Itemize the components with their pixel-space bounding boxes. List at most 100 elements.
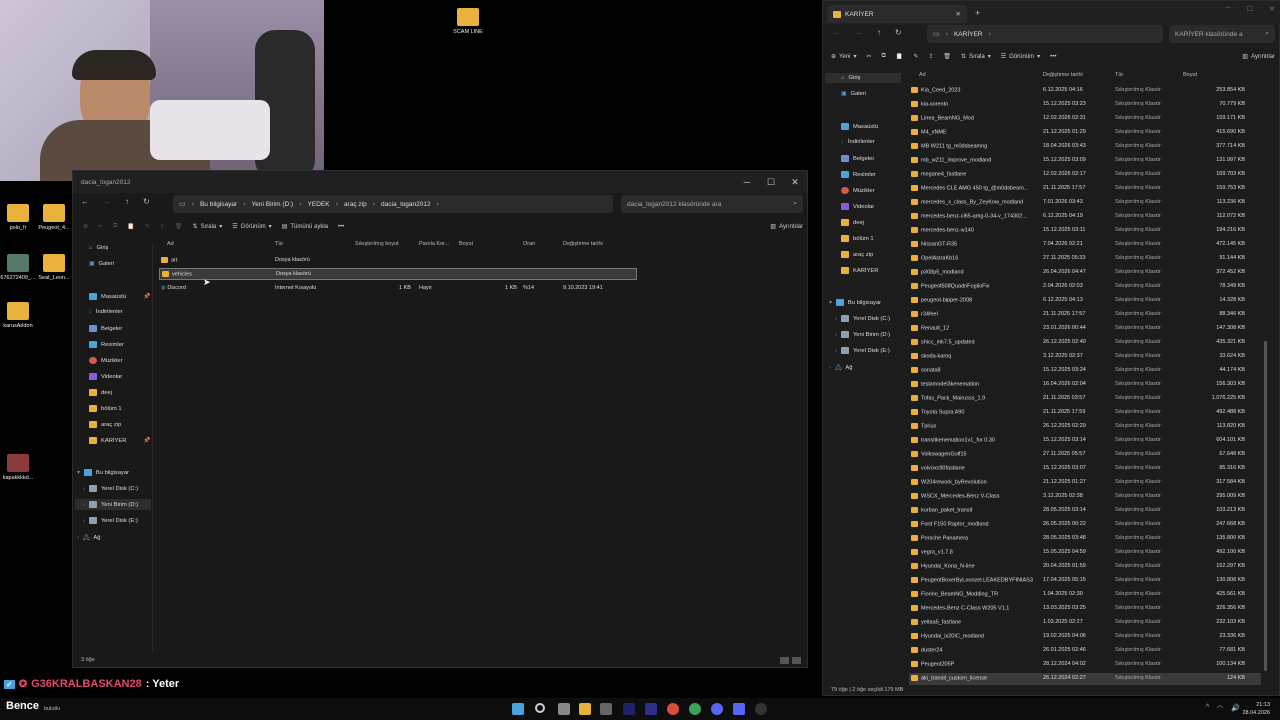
close-button[interactable]: ✕: [783, 171, 807, 193]
file-row[interactable]: Kia_Ceed_2023 6.12.2025 04:16 Sıkıştırılmı…: [909, 85, 1261, 97]
nav-documents[interactable]: Belgeler: [89, 325, 122, 332]
nav-drive-c[interactable]: › Yerel Disk (C:): [83, 485, 138, 492]
cut-icon[interactable]: ✂: [98, 223, 103, 230]
nav-arac-zip[interactable]: araç zip: [89, 421, 121, 428]
file-row[interactable]: kia-sorento 15.12.2025 03:23 Sıkıştırılmış…: [909, 99, 1261, 111]
details-button[interactable]: ▥ Ayrıntılar: [770, 223, 803, 231]
copy-icon[interactable]: ⧉: [882, 53, 886, 60]
file-row[interactable]: duster24 26.01.2025 02:46 Sıkıştırılmış Kl…: [909, 645, 1261, 657]
file-row[interactable]: megane4_fastlane 12.02.2026 02:17 Sıkıştır…: [909, 169, 1261, 181]
breadcrumb-item[interactable]: dacia_logan2012: [381, 201, 431, 208]
nav-desktop[interactable]: Masaüstü: [841, 123, 878, 130]
file-row[interactable]: OpelAstraKb16 27.11.2025 05:33 Sıkıştırılm…: [909, 253, 1261, 265]
nav-home[interactable]: ⌂ Giriş: [825, 73, 901, 83]
file-row[interactable]: mercedes-benz-cl65-amg-0-34-v_174302... 6…: [909, 211, 1261, 223]
sort-button[interactable]: ⇅ Sırala ▾: [193, 223, 223, 231]
column-header-password[interactable]: Parola Kor...: [419, 241, 449, 247]
nav-deej[interactable]: deej: [89, 389, 112, 396]
nav-arac-zip[interactable]: araç zip: [841, 251, 873, 258]
column-header-size[interactable]: Boyut: [1183, 72, 1197, 78]
task-view-icon[interactable]: [558, 703, 570, 715]
file-row[interactable]: art Dosya klasörü: [159, 255, 637, 267]
file-row[interactable]: WSCX_Mercedes-Benz V-Class 3.12.2025 02:3…: [909, 491, 1261, 503]
breadcrumb-item[interactable]: araç zip: [344, 201, 367, 208]
file-row[interactable]: NissanGT-R35 7.04.2026 02:21 Sıkıştırılmış…: [909, 239, 1261, 251]
nav-videos[interactable]: Videolar: [89, 373, 122, 380]
column-header-date[interactable]: Değiştirme tarihi: [563, 241, 603, 247]
volume-icon[interactable]: 🔊: [1231, 704, 1240, 712]
desktop-icon-seat[interactable]: Seat_Leon...: [34, 254, 74, 281]
file-row[interactable]: Hyundai_Kona_N-line 20.04.2025 01:59 Sıkış…: [909, 561, 1261, 573]
column-header-name[interactable]: Ad: [919, 72, 926, 78]
copy-icon[interactable]: ⧉: [113, 223, 117, 230]
file-row[interactable]: Fiorino_BeamNG_Modding_TR 1.04.2025 02:30…: [909, 589, 1261, 601]
nav-gallery[interactable]: ▣ Galeri: [841, 91, 866, 97]
search-icon[interactable]: [535, 703, 545, 713]
breadcrumb-item[interactable]: KARİYER: [954, 31, 983, 38]
details-view-icon[interactable]: [780, 657, 789, 664]
file-row[interactable]: W204rework_byRevolution 21.12.2025 01:27 S…: [909, 477, 1261, 489]
forward-arrow-icon[interactable]: →: [855, 28, 863, 37]
file-row[interactable]: shicc_mk7.5_updated 26.12.2025 02:40 Sıkış…: [909, 337, 1261, 349]
chevron-up-icon[interactable]: ^: [1206, 704, 1209, 712]
file-row[interactable]: Peugeot205P 28.12.2024 04:02 Sıkıştırılmış…: [909, 659, 1261, 671]
file-row[interactable]: p308p5_modland 26.04.2026 04:47 Sıkıştırıl…: [909, 267, 1261, 279]
wifi-icon[interactable]: ◠: [1217, 704, 1223, 712]
file-row[interactable]: mercedes_x_class_By_ZeyKow_modland 7.01.2…: [909, 197, 1261, 209]
column-header-date[interactable]: Değiştirme tarihi: [1043, 72, 1083, 78]
details-button[interactable]: ▥ Ayrıntılar: [1242, 53, 1275, 61]
address-bar[interactable]: ▭ › KARİYER ›: [927, 25, 1163, 43]
nav-this-pc[interactable]: ▾ Bu bilgisayar: [829, 299, 881, 306]
desktop-icon-peugeot[interactable]: Peugeot_4...: [34, 204, 74, 231]
file-row[interactable]: M4_xNME 21.12.2025 01:29 Sıkıştırılmış Kla…: [909, 127, 1261, 139]
minimize-button[interactable]: ─: [735, 171, 759, 193]
back-arrow-icon[interactable]: ←: [81, 197, 89, 206]
file-row[interactable]: VolkswagenGolf15 27.11.2025 05:57 Sıkıştır…: [909, 449, 1261, 461]
file-row-selected[interactable]: aki_transit_custom_license 26.12.2024 02:…: [909, 673, 1261, 685]
nav-network[interactable]: › 🖧 Ağ: [829, 363, 853, 373]
refresh-icon[interactable]: ↻: [895, 28, 902, 37]
file-row[interactable]: Toyota Supra A90 21.11.2025 17:59 Sıkıştır…: [909, 407, 1261, 419]
close-button[interactable]: ✕: [1269, 5, 1275, 13]
desktop-icon-kapak[interactable]: kapakkkkd...: [0, 454, 38, 481]
paste-icon[interactable]: 📋: [127, 223, 134, 230]
file-explorer-icon[interactable]: [579, 703, 591, 715]
delete-icon[interactable]: 🗑: [175, 223, 183, 230]
view-button[interactable]: ☰ Görünüm ▾: [232, 223, 271, 231]
file-row[interactable]: Mercedes-Benz C-Class W205 V1.1 13.03.202…: [909, 603, 1261, 615]
desktop-icon-karus[interactable]: karusAddon: [0, 302, 38, 329]
desktop-icon-polo[interactable]: polo_fr: [0, 204, 38, 231]
nav-this-pc[interactable]: ▾ Bu bilgisayar: [77, 469, 129, 476]
file-row[interactable]: Porsche Panamera 28.05.2025 03:48 Sıkıştır…: [909, 533, 1261, 545]
sort-button[interactable]: ⇅ Sırala ▾: [961, 53, 991, 61]
file-row[interactable]: volvoxc90fastlane 15.12.2025 03:07 Sıkıştı…: [909, 463, 1261, 475]
chrome-icon[interactable]: [667, 703, 679, 715]
nav-downloads[interactable]: ↓ İndirilenler: [89, 309, 123, 315]
breadcrumb-item[interactable]: Bu bilgisayar: [200, 201, 237, 208]
maximize-button[interactable]: ☐: [1247, 5, 1253, 13]
steam-icon[interactable]: [755, 703, 767, 715]
up-arrow-icon[interactable]: ↑: [125, 197, 129, 206]
file-row[interactable]: Renault_12 23.01.2026 00:44 Sıkıştırılmış …: [909, 323, 1261, 335]
up-arrow-icon[interactable]: ↑: [877, 28, 881, 37]
nav-deej[interactable]: deej: [841, 219, 864, 226]
file-row[interactable]: transitkenemation1v1_for 0.30 15.12.2025 …: [909, 435, 1261, 447]
start-icon[interactable]: [512, 703, 524, 715]
close-tab-icon[interactable]: ✕: [956, 10, 961, 18]
paste-icon[interactable]: 📋: [896, 53, 903, 60]
delete-icon[interactable]: 🗑: [943, 53, 951, 60]
clock[interactable]: 21:13 28.04.2026: [1242, 701, 1270, 717]
address-bar[interactable]: ▭ › Bu bilgisayar › Yeni Birim (D:) › YE…: [173, 195, 613, 213]
nav-pictures[interactable]: Resimler: [89, 341, 124, 348]
tiles-view-icon[interactable]: [792, 657, 801, 664]
file-row[interactable]: Linea_BeamNG_Mod 12.02.2026 02:31 Sıkıştır…: [909, 113, 1261, 125]
column-header-size[interactable]: Boyut: [459, 241, 473, 247]
nav-pictures[interactable]: Resimler: [841, 171, 876, 178]
nav-videos[interactable]: Videolar: [841, 203, 874, 210]
nav-drive-e[interactable]: › Yerel Disk (E:): [83, 517, 138, 524]
column-header-compressed[interactable]: Sıkıştırılmış boyut: [355, 241, 399, 247]
file-row[interactable]: kurban_paket_transit 28.05.2025 03:14 Sıkı…: [909, 505, 1261, 517]
nav-home[interactable]: ⌂ Giriş: [89, 245, 108, 251]
file-row[interactable]: yeltaa5_fastlane 1.03.2025 02:27 Sıkıştırı…: [909, 617, 1261, 629]
file-row[interactable]: peugeot-bipper-2008 6.12.2025 04:13 Sıkışt…: [909, 295, 1261, 307]
